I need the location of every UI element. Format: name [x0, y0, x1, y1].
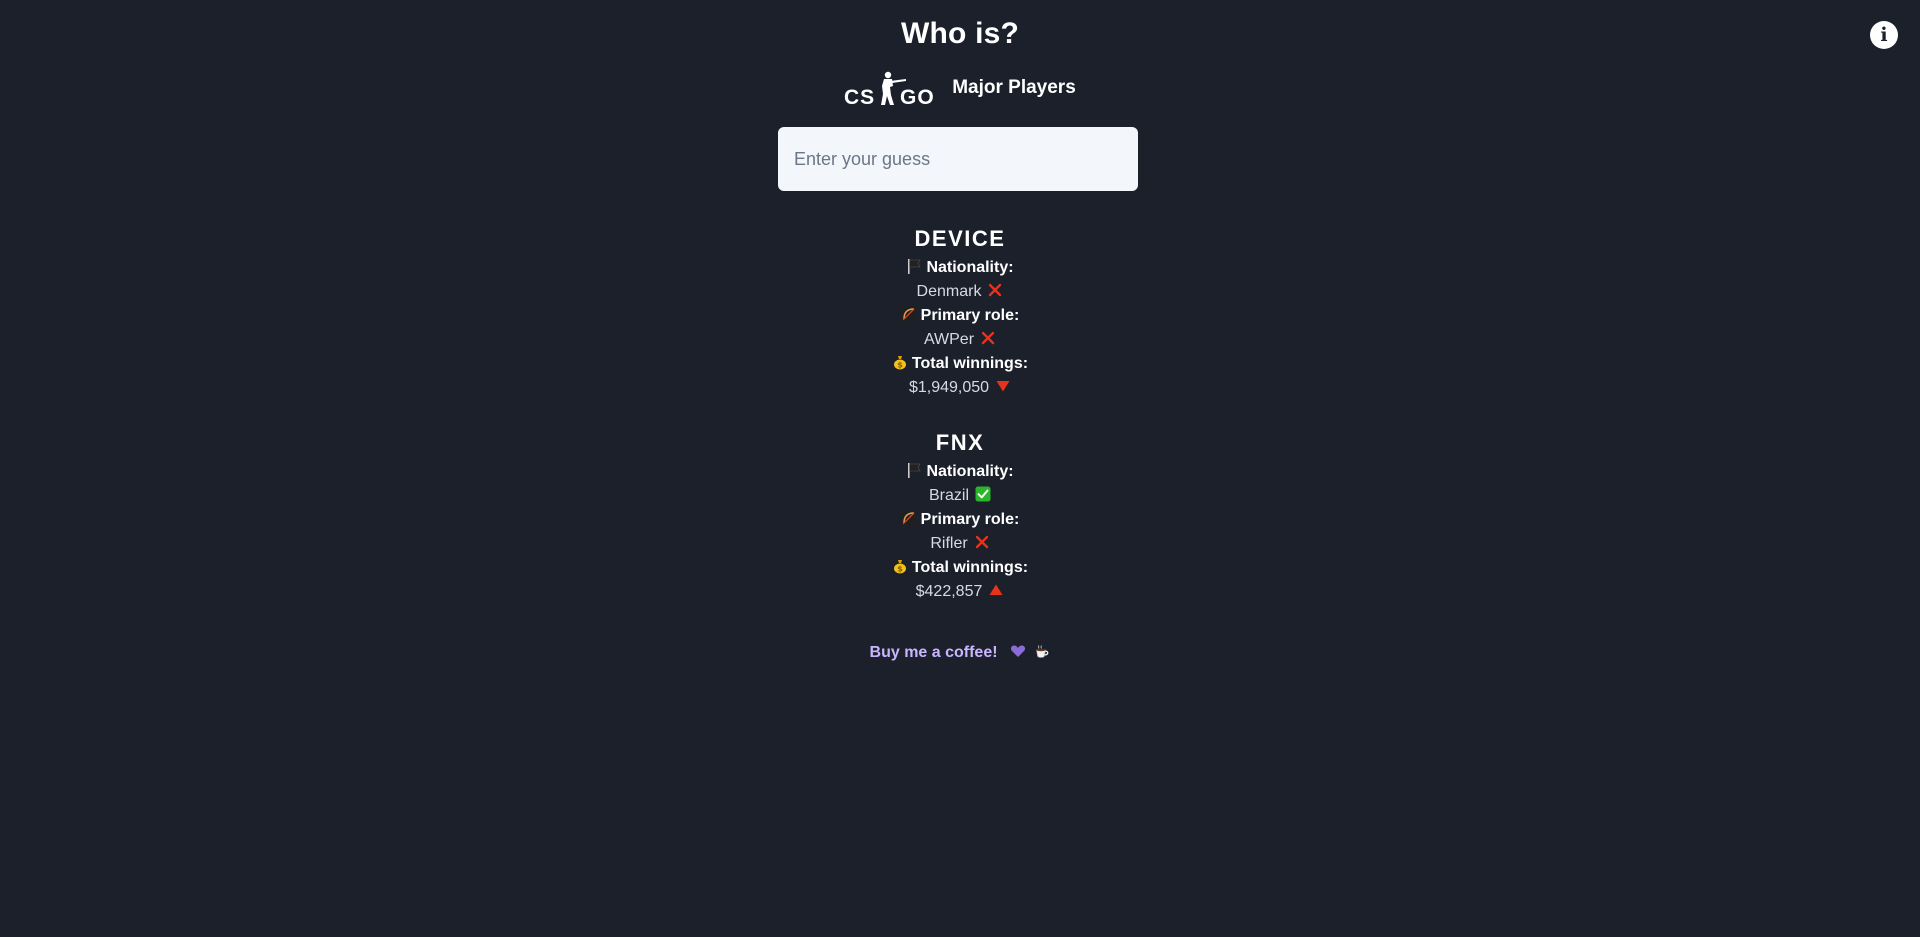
purple-heart-icon — [1010, 645, 1026, 657]
player-name: FNX — [935, 430, 985, 455]
subtitle-row: CS GO Major Players — [0, 68, 1920, 108]
nationality-label: Nationality: — [926, 463, 1014, 480]
winnings-label-row: $ Total winnings: — [0, 352, 1920, 376]
nationality-label-row: Nationality: — [0, 460, 1920, 484]
page-title: Who is? — [900, 17, 1020, 50]
winnings-value: $422,857 — [915, 583, 983, 600]
money-bag-icon: $ — [893, 560, 906, 574]
guess-card: DEVICE Nationality: Denmark Primary role… — [0, 224, 1920, 400]
subtitle: Major Players — [952, 77, 1076, 98]
role-value-row: Rifler — [0, 532, 1920, 556]
header: Who is? CS GO Major Players — [0, 14, 1920, 108]
role-label: Primary role: — [920, 511, 1020, 528]
winnings-value-row: $422,857 — [0, 580, 1920, 604]
buy-me-a-coffee-link[interactable]: Buy me a coffee! — [870, 644, 998, 661]
nationality-value: Brazil — [928, 487, 969, 504]
svg-text:$: $ — [897, 361, 903, 370]
black-flag-icon — [908, 463, 921, 478]
black-flag-icon — [908, 259, 921, 274]
winnings-label: Total winnings: — [911, 355, 1029, 372]
cross-mark-icon — [981, 331, 995, 345]
cross-mark-icon — [975, 535, 988, 549]
down-triangle-icon — [996, 381, 1010, 392]
winnings-label-row: $ Total winnings: — [0, 556, 1920, 580]
role-label-row: Primary role: — [0, 304, 1920, 328]
money-bag-icon: $ — [893, 356, 906, 370]
bow-and-arrow-icon — [901, 510, 917, 526]
winnings-label: Total winnings: — [911, 559, 1029, 576]
nationality-value-row: Brazil — [0, 484, 1920, 508]
role-value-row: AWPer — [0, 328, 1920, 352]
role-label-row: Primary role: — [0, 508, 1920, 532]
winnings-value: $1,949,050 — [908, 379, 990, 396]
svg-text:CS: CS — [844, 86, 875, 108]
page: i Who is? CS GO Major Players DEVICE — [0, 0, 1920, 937]
nationality-label: Nationality: — [926, 259, 1014, 276]
role-label: Primary role: — [920, 307, 1020, 324]
check-mark-icon — [975, 486, 991, 502]
footer: Buy me a coffee! — [0, 641, 1920, 665]
role-value: Rifler — [930, 535, 968, 552]
guess-input[interactable] — [778, 127, 1138, 191]
svg-text:$: $ — [897, 565, 903, 574]
nationality-label-row: Nationality: — [0, 256, 1920, 280]
guess-list: DEVICE Nationality: Denmark Primary role… — [0, 224, 1920, 632]
player-name: DEVICE — [914, 226, 1006, 251]
winnings-value-row: $1,949,050 — [0, 376, 1920, 400]
svg-text:GO: GO — [900, 86, 934, 108]
up-triangle-icon — [989, 584, 1003, 595]
cross-mark-icon — [989, 283, 1002, 297]
role-value: AWPer — [923, 331, 975, 348]
nationality-value-row: Denmark — [0, 280, 1920, 304]
guess-card: FNX Nationality: Brazil Primary role: Ri… — [0, 428, 1920, 604]
bow-and-arrow-icon — [901, 306, 917, 322]
hot-beverage-icon — [1036, 645, 1049, 658]
csgo-logo-icon: CS GO — [844, 71, 934, 108]
nationality-value: Denmark — [916, 283, 982, 300]
